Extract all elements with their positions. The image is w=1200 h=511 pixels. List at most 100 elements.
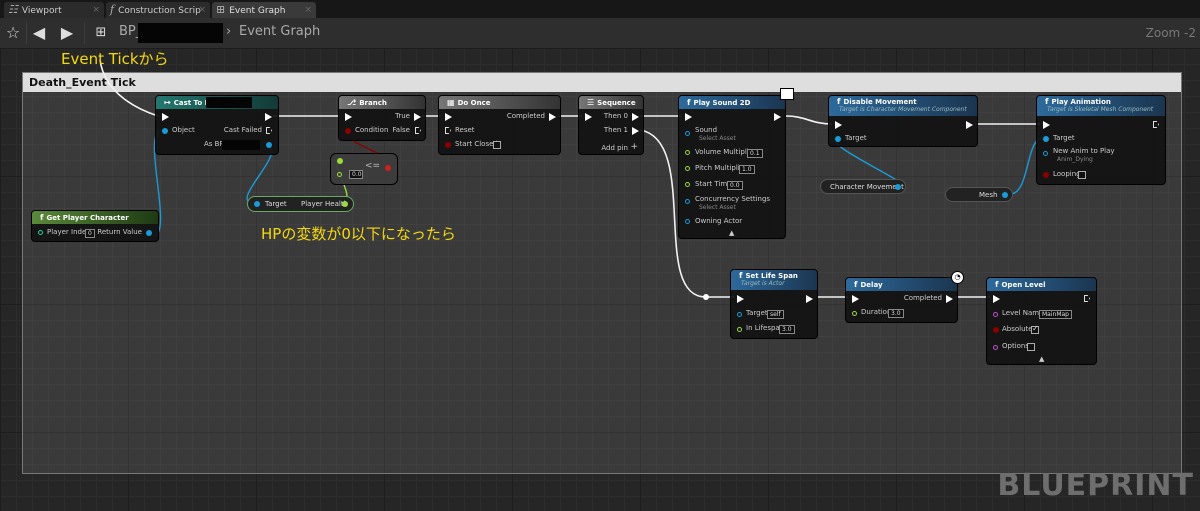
node-disable-movement[interactable]: f Disable Movement Target is Character Mo… xyxy=(828,95,978,147)
object-pin[interactable] xyxy=(162,128,168,134)
in-lifespan-pin[interactable] xyxy=(737,327,742,332)
volume-pin[interactable] xyxy=(685,150,690,155)
exec-in-pin[interactable] xyxy=(852,295,859,303)
exec-in-pin[interactable] xyxy=(685,113,692,121)
volume-value[interactable]: 0.1 xyxy=(747,149,763,158)
exec-in-pin[interactable] xyxy=(345,113,352,121)
node-get-player-character[interactable]: f Get Player Character Player Index 0 Ret… xyxy=(31,210,159,242)
target-pin[interactable] xyxy=(1043,136,1049,142)
node-mesh[interactable]: Mesh xyxy=(945,187,1013,202)
plus-icon[interactable]: + xyxy=(630,143,638,152)
as-object-pin[interactable] xyxy=(266,142,272,148)
tab-construction-script[interactable]: f Construction Scrip × xyxy=(106,2,210,18)
forward-arrow-icon[interactable]: ▶ xyxy=(56,22,78,44)
close-icon[interactable]: × xyxy=(304,2,312,18)
component-out-pin[interactable] xyxy=(895,184,901,190)
exec-out-pin[interactable] xyxy=(265,113,272,121)
owning-actor-pin[interactable] xyxy=(685,219,690,224)
pitch-value[interactable]: 1.0 xyxy=(739,165,755,174)
node-open-level[interactable]: f Open Level Level Name MainMap Absolute … xyxy=(986,277,1097,365)
target-pin[interactable] xyxy=(254,201,260,207)
float-in-pin-b[interactable] xyxy=(337,172,342,177)
exec-in-pin[interactable] xyxy=(585,113,592,121)
exec-out-pin[interactable] xyxy=(774,113,781,121)
false-exec-pin[interactable] xyxy=(415,127,421,134)
absolute-checkbox[interactable] xyxy=(1031,324,1039,334)
concurrency-asset-select[interactable]: Select Asset xyxy=(699,204,736,211)
star-icon[interactable]: ☆ xyxy=(2,22,24,44)
condition-pin[interactable] xyxy=(345,128,351,134)
reset-exec-pin[interactable] xyxy=(445,127,451,134)
node-set-life-span[interactable]: f Set Life Span Target is Actor Target se… xyxy=(730,269,818,339)
back-arrow-icon[interactable]: ◀ xyxy=(28,22,50,44)
completed-exec-pin[interactable] xyxy=(549,113,556,121)
target-value[interactable]: self xyxy=(767,310,784,319)
then-0-exec-pin[interactable] xyxy=(632,113,639,121)
level-name-pin[interactable] xyxy=(993,312,998,317)
exec-out-pin[interactable] xyxy=(966,121,973,129)
node-get-player-health[interactable]: Target Player Health xyxy=(247,196,354,212)
start-time-pin[interactable] xyxy=(685,182,690,187)
mesh-out-pin[interactable] xyxy=(1002,192,1008,198)
sound-asset-select[interactable]: Select Asset xyxy=(699,135,736,142)
start-closed-pin[interactable] xyxy=(445,142,451,148)
true-exec-pin[interactable] xyxy=(414,113,421,121)
options-field[interactable] xyxy=(1027,343,1035,351)
tab-event-graph[interactable]: ⊞ Event Graph × xyxy=(212,2,316,18)
exec-out-pin[interactable] xyxy=(806,295,813,303)
duration-value[interactable]: 3.0 xyxy=(888,309,904,318)
sound-pin[interactable] xyxy=(685,131,690,136)
health-out-pin[interactable] xyxy=(342,201,348,207)
player-index-pin[interactable] xyxy=(38,230,43,235)
anim-asset-select[interactable]: Anim_Dying xyxy=(1057,156,1093,163)
exec-out-pin[interactable] xyxy=(1084,295,1090,302)
close-icon[interactable]: × xyxy=(92,2,100,18)
compare-value[interactable]: 0.0 xyxy=(349,170,363,179)
node-play-animation[interactable]: f Play Animation Target is Skeletal Mesh … xyxy=(1036,95,1166,185)
exec-in-pin[interactable] xyxy=(737,295,744,303)
node-character-movement[interactable]: Character Movement xyxy=(820,179,906,194)
return-value-pin[interactable] xyxy=(146,230,152,236)
cast-failed-exec-pin[interactable] xyxy=(266,127,272,134)
looping-checkbox[interactable] xyxy=(1078,171,1086,179)
exec-in-pin[interactable] xyxy=(1043,121,1050,129)
node-delay[interactable]: f Delay Completed Duration 3.0 xyxy=(845,277,958,323)
node-sequence[interactable]: ☰ Sequence Then 0 Then 1 Add pin + xyxy=(578,95,644,155)
node-subtitle: Target is Character Movement Component xyxy=(839,106,967,113)
float-in-pin[interactable] xyxy=(337,158,343,164)
player-index-value[interactable]: 0 xyxy=(85,229,95,238)
options-pin[interactable] xyxy=(993,345,998,350)
bool-out-pin[interactable] xyxy=(385,165,391,171)
exec-in-pin[interactable] xyxy=(993,295,1000,303)
absolute-pin[interactable] xyxy=(993,327,999,333)
exec-in-pin[interactable] xyxy=(162,113,169,121)
close-icon[interactable]: × xyxy=(198,2,206,18)
exec-in-pin[interactable] xyxy=(445,113,452,121)
pitch-pin[interactable] xyxy=(685,166,690,171)
completed-exec-pin[interactable] xyxy=(946,295,953,303)
add-pin-button[interactable]: Add pin xyxy=(601,144,628,153)
comment-title[interactable]: Death_Event Tick xyxy=(23,73,1181,92)
exec-out-pin[interactable] xyxy=(1153,121,1159,128)
duration-pin[interactable] xyxy=(852,311,857,316)
breadcrumb-current[interactable]: Event Graph xyxy=(239,24,320,39)
looping-pin[interactable] xyxy=(1043,172,1049,178)
node-play-sound-2d[interactable]: f Play Sound 2D Sound Select Asset Volume… xyxy=(678,95,786,239)
exec-in-pin[interactable] xyxy=(835,121,842,129)
node-cast-to-bp[interactable]: ↦ Cast To BP Object Cast Failed As BP xyxy=(155,95,279,155)
tab-viewport[interactable]: ☷ Viewport × xyxy=(4,2,104,18)
target-pin[interactable] xyxy=(835,136,841,142)
start-time-value[interactable]: 0.0 xyxy=(727,181,743,190)
new-anim-pin[interactable] xyxy=(1043,151,1048,156)
node-less-equal[interactable]: 0.0 <= xyxy=(330,153,398,185)
in-lifespan-value[interactable]: 3.0 xyxy=(779,325,795,334)
node-do-once[interactable]: ▦ Do Once Completed Reset Start Closed xyxy=(438,95,561,155)
then-1-exec-pin[interactable] xyxy=(632,127,639,135)
level-name-value[interactable]: MainMap xyxy=(1039,310,1072,319)
node-branch[interactable]: ⎇ Branch True Condition False xyxy=(338,95,426,141)
concurrency-pin[interactable] xyxy=(685,199,690,204)
expand-arrow-icon[interactable]: ▲ xyxy=(1039,355,1044,364)
target-pin[interactable] xyxy=(737,312,742,317)
start-closed-checkbox[interactable] xyxy=(493,141,501,149)
expand-arrow-icon[interactable]: ▲ xyxy=(729,229,734,238)
